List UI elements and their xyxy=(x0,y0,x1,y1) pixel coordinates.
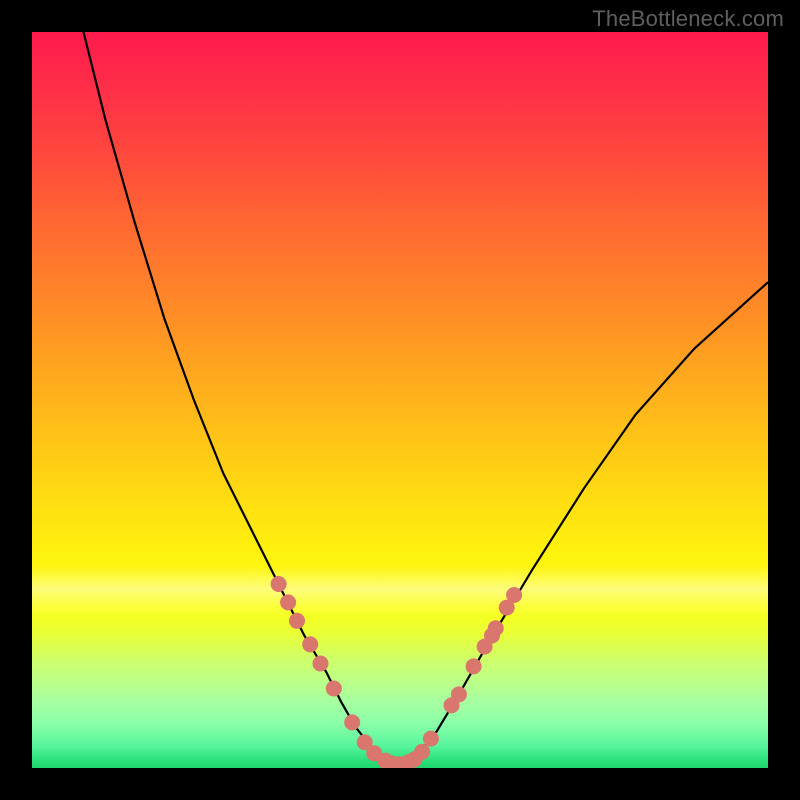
data-marker xyxy=(271,576,287,592)
data-marker xyxy=(414,744,430,760)
data-marker xyxy=(466,658,482,674)
watermark-text: TheBottleneck.com xyxy=(592,6,784,32)
data-marker xyxy=(423,731,439,747)
curve-layer xyxy=(32,32,768,768)
plot-area xyxy=(32,32,768,768)
data-marker xyxy=(344,714,360,730)
data-marker xyxy=(326,681,342,697)
data-marker xyxy=(289,613,305,629)
chart-frame: TheBottleneck.com xyxy=(0,0,800,800)
data-marker xyxy=(506,587,522,603)
data-marker xyxy=(451,686,467,702)
data-marker xyxy=(280,594,296,610)
data-marker xyxy=(313,656,329,672)
data-markers xyxy=(271,576,522,768)
data-marker xyxy=(488,620,504,636)
bottleneck-curve xyxy=(84,32,769,764)
data-marker xyxy=(302,636,318,652)
